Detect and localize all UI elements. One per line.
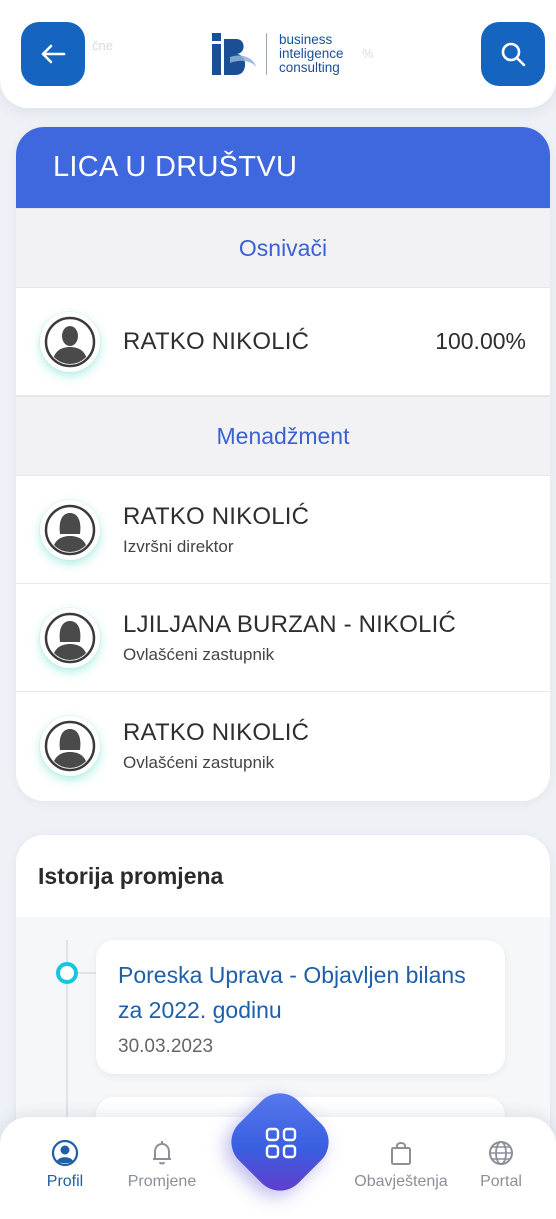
arrow-left-icon	[41, 44, 66, 64]
logo-text-line-3: consulting	[279, 60, 340, 75]
nav-obavjestenja[interactable]: Obavještenja	[351, 1139, 451, 1191]
avatar	[40, 607, 100, 668]
event-title-line-1: Poreska Uprava - Objavljen bilans	[118, 962, 466, 988]
globe-icon	[489, 1141, 513, 1165]
female-avatar-icon	[44, 504, 96, 555]
male-avatar-icon	[44, 316, 96, 367]
logo-text-line-2: inteligence	[279, 46, 344, 61]
people-card-title: LICA U DRUŠTVU	[16, 127, 550, 208]
faded-background-text: čne	[92, 38, 113, 53]
history-event-card[interactable]: Poreska Uprava - Objavljen bilans za 202…	[96, 940, 505, 1074]
management-row[interactable]: LJILJANA BURZAN - NIKOLIĆ Ovlašćeni zast…	[16, 584, 550, 692]
nav-profil[interactable]: Profil	[15, 1139, 115, 1191]
back-button[interactable]	[21, 22, 85, 86]
person-name: RATKO NIKOLIĆ	[123, 719, 310, 746]
logo-mark-icon	[212, 33, 256, 75]
nav-promjene[interactable]: Promjene	[112, 1139, 212, 1191]
nav-label: Profil	[46, 1173, 84, 1190]
timeline-connector	[78, 972, 96, 974]
bell-icon	[153, 1141, 171, 1165]
person-role: Izvršni direktor	[123, 536, 234, 556]
avatar	[40, 499, 100, 560]
management-row[interactable]: RATKO NIKOLIĆ Izvršni direktor	[16, 476, 550, 584]
female-avatar-icon	[44, 612, 96, 663]
nav-label: Obavještenja	[354, 1173, 448, 1190]
person-name: RATKO NIKOLIĆ	[123, 502, 310, 530]
event-title-line-2: za 2022. godinu	[118, 997, 282, 1023]
person-name: LJILJANA BURZAN - NIKOLIĆ	[123, 610, 457, 638]
nav-label: Promjene	[127, 1173, 197, 1190]
person-role: Ovlašćeni zastupnik	[123, 753, 275, 772]
logo-text-line-1: business	[279, 32, 333, 47]
ownership-share: 100.00%	[435, 328, 526, 354]
search-icon	[501, 42, 526, 67]
history-title: Istorija promjena	[16, 835, 550, 917]
faded-background-text-2: %	[362, 46, 374, 61]
founders-section-header: Osnivači	[16, 208, 550, 288]
manager-info: RATKO NIKOLIĆ Ovlašćeni zastupnik	[123, 719, 309, 773]
company-logo: business inteligence consulting	[210, 30, 344, 78]
person-name: RATKO NIKOLIĆ	[123, 327, 310, 355]
nav-label: Portal	[480, 1173, 522, 1190]
founder-row[interactable]: RATKO NIKOLIĆ 100.00%	[16, 288, 550, 396]
female-avatar-icon	[44, 720, 96, 772]
founder-info: RATKO NIKOLIĆ	[123, 328, 309, 356]
profile-icon	[51, 1139, 79, 1167]
management-row[interactable]: RATKO NIKOLIĆ Ovlašćeni zastupnik	[16, 692, 550, 800]
nav-portal[interactable]: Portal	[451, 1139, 551, 1191]
timeline-dot	[56, 962, 78, 984]
top-header: čne % business inteligence consulting	[0, 0, 556, 108]
avatar	[40, 311, 100, 372]
logo-divider	[266, 33, 267, 75]
event-title: Poreska Uprava - Objavljen bilans za 202…	[118, 958, 483, 1028]
manager-info: LJILJANA BURZAN - NIKOLIĆ Ovlašćeni zast…	[123, 611, 456, 665]
event-date: 30.03.2023	[118, 1036, 214, 1057]
avatar	[40, 716, 100, 776]
shopping-bag-icon	[391, 1142, 411, 1165]
search-button[interactable]	[481, 22, 545, 86]
logo-text: business inteligence consulting	[279, 33, 344, 75]
manager-info: RATKO NIKOLIĆ Izvršni direktor	[123, 503, 309, 557]
person-role: Ovlašćeni zastupnik	[123, 644, 275, 664]
grid-icon	[265, 1127, 297, 1159]
management-section-header: Menadžment	[16, 396, 550, 476]
people-in-company-card: LICA U DRUŠTVU Osnivači RATKO NIKOLIĆ 10…	[16, 127, 550, 801]
